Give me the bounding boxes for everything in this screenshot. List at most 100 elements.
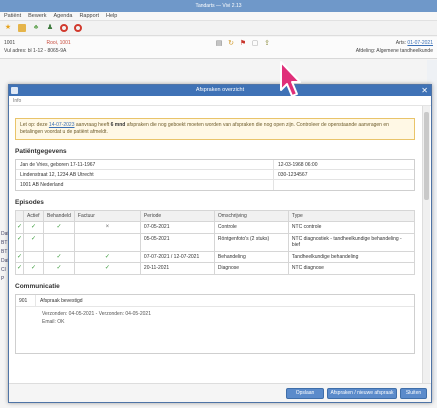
invoice-check xyxy=(73,232,141,252)
doctor-label: Arts: xyxy=(395,40,407,46)
treated-check xyxy=(43,232,75,252)
table-row[interactable]: ✓ ✓ ✓ ✓ 20-11-2021 Diagnose NTC diagnose xyxy=(15,262,416,275)
personal-row: 1001 AB Nederland xyxy=(16,180,414,190)
table-row[interactable]: ✓ ✓ 05-05-2021 Röntgenfoto's (2 stuks) N… xyxy=(15,232,416,252)
dialog-title: Afspraken overzicht xyxy=(195,87,245,93)
dialog-subtitle: Info xyxy=(9,96,431,106)
treated-check: ✓ xyxy=(43,262,75,275)
type-cell: Tandheelkundige behandeling xyxy=(287,250,416,263)
row-select-check[interactable]: ✓ xyxy=(15,250,24,263)
personal-cell: 1001 AB Nederland xyxy=(16,180,274,190)
menu-item-edit[interactable]: Bewerk xyxy=(28,12,46,20)
personal-heading: Patiëntgegevens xyxy=(15,148,67,155)
communication-row[interactable]: 901 Afspraak bevestigd xyxy=(16,294,414,307)
period-cell: 07-07-2021 / 12-07-2021 xyxy=(139,250,215,263)
episodes-table: Actief Behandeld Factuur Periode Omschri… xyxy=(15,210,416,275)
doctor-date-link[interactable]: 01-07-2021 xyxy=(407,40,433,46)
row-select-check[interactable]: ✓ xyxy=(15,262,24,275)
window-icon xyxy=(11,87,18,94)
column-header[interactable]: Factuur xyxy=(73,210,141,222)
personal-cell: Jan de Vries, geboren 17-11-1967 xyxy=(16,160,274,169)
document-icon[interactable]: ▢ xyxy=(251,40,259,48)
communication-heading: Communicatie xyxy=(15,282,60,290)
department-label: Afdeling: Algemene tandheelkunde xyxy=(355,48,433,54)
personal-cell: Lindenstraat 12, 1234 AB Utrecht xyxy=(16,170,274,179)
tooth-icon[interactable]: ♣ xyxy=(32,24,40,32)
dialog-footer: Opslaan Afspraken / nieuwe afspraak Slui… xyxy=(9,383,431,402)
invoice-check: ✓ xyxy=(73,250,141,263)
print-icon[interactable]: ▤ xyxy=(215,40,223,48)
warning-date-link[interactable]: 14-07-2023 xyxy=(49,122,75,128)
dialog-content: Let op: deze 14-07-2023 aanvraag heeft 6… xyxy=(9,106,421,383)
communication-email-line: Email: OK xyxy=(42,318,65,325)
warning-text: afspraken die nog geboekt moeten worden … xyxy=(126,122,327,128)
folder-icon[interactable] xyxy=(18,24,26,32)
communication-number: 901 xyxy=(16,294,36,306)
close-button[interactable]: Sluiten xyxy=(400,388,427,399)
invoice-check: × xyxy=(73,221,141,234)
appointments-dialog: Afspraken overzicht ✕ Info Let op: deze … xyxy=(8,84,432,403)
active-check: ✓ xyxy=(23,262,44,275)
treated-check: ✓ xyxy=(43,250,75,263)
warning-text: Let op: deze xyxy=(20,122,48,128)
menu-item-help[interactable]: Help xyxy=(106,12,117,20)
user-icon[interactable]: ♟ xyxy=(46,24,54,32)
record-toolbar: ▤ ↻ ⚑ ▢ ⇪ xyxy=(215,40,271,48)
row-select-check[interactable]: ✓ xyxy=(15,232,24,252)
menu-item-report[interactable]: Rapport xyxy=(79,12,99,20)
personal-cell: 030-1234567 xyxy=(278,172,308,178)
treated-check: ✓ xyxy=(43,221,75,234)
record-icon[interactable] xyxy=(60,24,68,32)
warning-banner: Let op: deze 14-07-2023 aanvraag heeft 6… xyxy=(15,118,415,140)
description-cell: Diagnose xyxy=(213,262,289,275)
active-check: ✓ xyxy=(23,232,44,252)
scrollbar-thumb[interactable] xyxy=(424,112,429,200)
flag-icon[interactable]: ⚑ xyxy=(239,40,247,48)
dialog-titlebar: Afspraken overzicht ✕ xyxy=(9,85,431,96)
description-cell: Röntgenfoto's (2 stuks) xyxy=(213,232,289,252)
menu-bar: Patiënt Bewerk Agenda Rapport Help xyxy=(0,12,437,21)
personal-details-box: Jan de Vries, geboren 17-11-1967 12-03-1… xyxy=(15,159,415,191)
patient-id: 1001 xyxy=(4,40,16,46)
communication-box: 901 Afspraak bevestigd Verzonden: 04-05-… xyxy=(15,293,415,354)
invoice-check: ✓ xyxy=(73,262,141,275)
column-header[interactable]: Periode xyxy=(139,210,215,222)
select-column xyxy=(15,210,24,222)
episodes-heading: Episodes xyxy=(15,199,44,206)
personal-row: Lindenstraat 12, 1234 AB Utrecht 030-123… xyxy=(16,170,414,180)
period-cell: 05-05-2021 xyxy=(139,232,215,252)
refresh-icon[interactable]: ↻ xyxy=(227,40,235,48)
menu-item-agenda[interactable]: Agenda xyxy=(53,12,72,20)
menu-item-patient[interactable]: Patiënt xyxy=(4,12,21,20)
dialog-scrollbar[interactable] xyxy=(422,106,430,383)
row-select-check[interactable]: ✓ xyxy=(15,221,24,234)
new-appointment-button[interactable]: Afspraken / nieuwe afspraak xyxy=(327,388,397,399)
description-cell: Controle xyxy=(213,221,289,234)
column-header[interactable]: Behandeld xyxy=(43,210,75,222)
active-check: ✓ xyxy=(23,221,44,234)
patient-name: Rooi, 1001 xyxy=(46,40,71,46)
period-cell: 20-11-2021 xyxy=(139,262,215,275)
close-icon[interactable]: ✕ xyxy=(421,85,428,96)
period-cell: 07-05-2021 xyxy=(139,221,215,234)
personal-cell: 12-03-1968 06:00 xyxy=(278,162,318,168)
column-header[interactable]: Actief xyxy=(23,210,44,222)
communication-sent-line: Verzonden: 04-05-2021 - Verzonden: 04-05… xyxy=(42,310,151,317)
table-row[interactable]: ✓ ✓ ✓ × 07-05-2021 Controle NTC controle xyxy=(15,221,416,234)
description-cell: Behandeling xyxy=(213,250,289,263)
stop-icon[interactable] xyxy=(74,24,82,32)
communication-detail: Verzonden: 04-05-2021 - Verzonden: 04-05… xyxy=(16,307,414,326)
star-icon[interactable]: ★ xyxy=(4,24,12,32)
mouse-cursor-icon xyxy=(280,61,301,97)
export-icon[interactable]: ⇪ xyxy=(263,40,271,48)
type-cell: NTC controle xyxy=(287,221,416,234)
warning-text: aanvraag heeft xyxy=(75,122,110,128)
column-header[interactable]: Type xyxy=(287,210,416,222)
type-cell: NTC diagnose xyxy=(287,262,416,275)
warning-bold: 6 mnd xyxy=(110,122,126,128)
personal-cell xyxy=(274,180,414,190)
table-row[interactable]: ✓ ✓ ✓ 07-07-2021 / 12-07-2021 Behandelin… xyxy=(15,250,416,263)
save-button[interactable]: Opslaan xyxy=(286,388,324,399)
column-header[interactable]: Omschrijving xyxy=(213,210,289,222)
communication-title: Afspraak bevestigd xyxy=(40,297,83,304)
